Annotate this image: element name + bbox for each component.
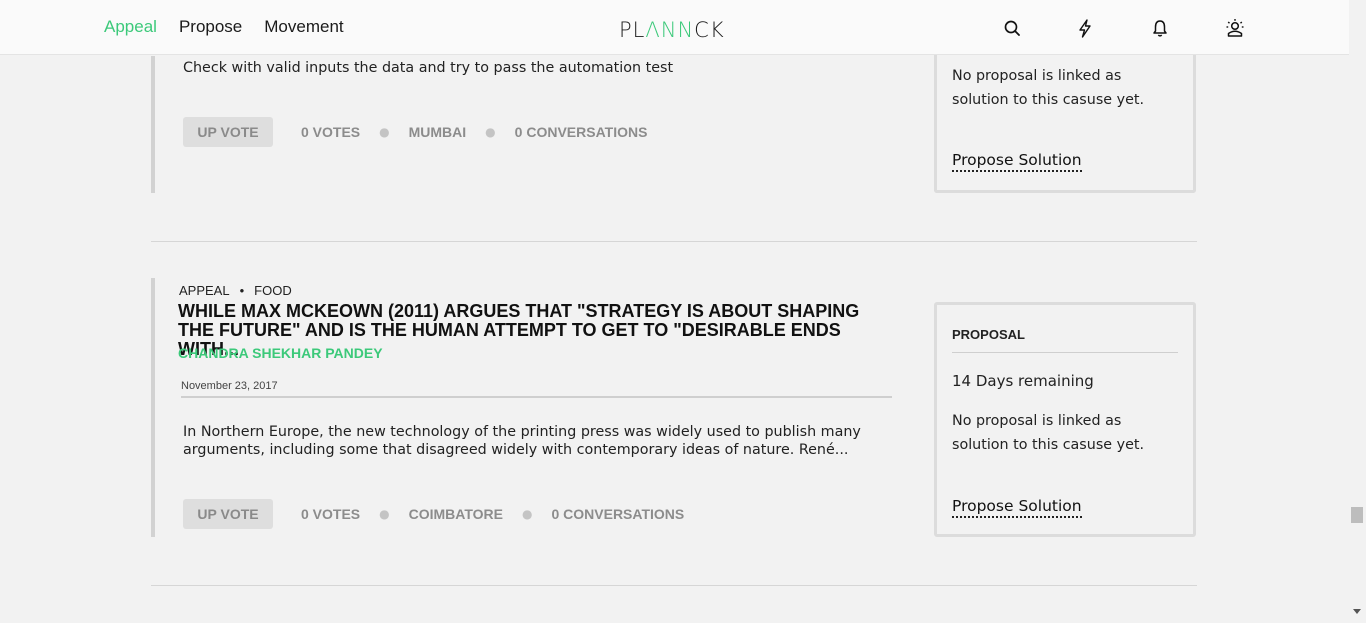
proposal-label: PROPOSAL [952,327,1025,342]
meta-separator: ● [522,507,533,521]
conversations-count[interactable]: 0 CONVERSATIONS [551,506,684,522]
bell-icon[interactable] [1149,17,1171,39]
upvote-button[interactable]: UP VOTE [183,117,273,147]
top-header: Appeal Propose Movement PLΛNNCK [0,0,1349,55]
post-author[interactable]: CHANDRA SHEKHAR PANDEY [178,345,383,361]
post-card: APPEAL • FOOD WHILE MAX MCKEOWN (2011) ARG… [151,278,1197,540]
post-excerpt: Check with valid inputs the data and try… [183,60,674,76]
header-icons [0,17,1349,41]
scrollbar-track[interactable] [1349,0,1366,623]
post-separator [151,241,1197,242]
proposal-divider [952,352,1178,353]
proposal-text: No proposal is linked as solution to thi… [952,68,1145,108]
date-divider [181,396,892,398]
meta-separator: ● [485,125,496,139]
propose-solution-link[interactable]: Propose Solution [952,497,1082,518]
post-category[interactable]: FOOD [254,283,292,298]
post-meta: UP VOTE 0 VOTES ● MUMBAI ● 0 CONVERSATIO… [183,117,647,147]
post-excerpt: In Northern Europe, the new technology o… [183,424,861,458]
card-left-border [151,278,155,537]
votes-count: 0 VOTES [301,124,361,140]
proposal-box: PROPOSAL 14 Days remaining No proposal i… [934,302,1196,537]
proposal-text: No proposal is linked as solution to thi… [952,413,1145,453]
proposal-days-remaining: 14 Days remaining [952,372,1094,390]
location[interactable]: COIMBATORE [409,506,503,522]
upvote-button[interactable]: UP VOTE [183,499,273,529]
propose-solution-link[interactable]: Propose Solution [952,151,1082,172]
lightning-icon[interactable] [1074,17,1096,39]
votes-count: 0 VOTES [301,506,361,522]
scroll-down-arrow[interactable] [1353,609,1361,614]
scrollbar-thumb[interactable] [1351,507,1363,523]
meta-separator: ● [379,125,390,139]
post-separator [151,585,1197,586]
post-category-line: APPEAL • FOOD [179,283,292,298]
post-type[interactable]: APPEAL [179,283,230,298]
meta-separator: ● [379,507,390,521]
conversations-count[interactable]: 0 CONVERSATIONS [515,124,648,140]
category-separator: • [239,283,245,298]
card-left-border [151,56,155,193]
location[interactable]: MUMBAI [409,124,467,140]
post-date: November 23, 2017 [181,380,278,392]
search-icon[interactable] [1001,17,1023,39]
post-meta: UP VOTE 0 VOTES ● COIMBATORE ● 0 CONVERS… [183,499,684,529]
user-icon[interactable] [1224,17,1246,39]
